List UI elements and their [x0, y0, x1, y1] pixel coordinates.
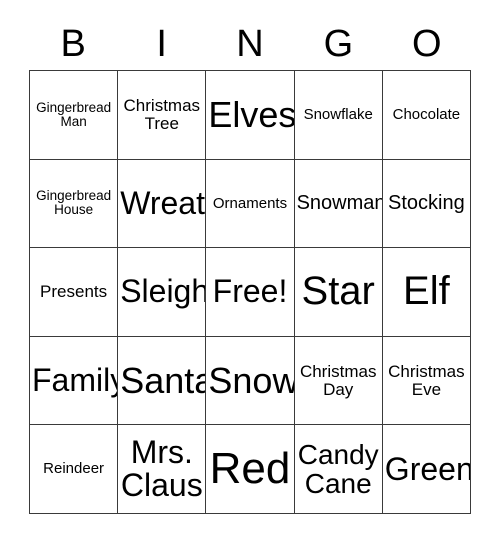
bingo-cell[interactable]: Santa: [118, 336, 207, 426]
bingo-header-letter-o: O: [412, 23, 442, 65]
bingo-cell-label: Sleigh: [120, 273, 207, 310]
bingo-cell[interactable]: Elves: [206, 71, 295, 160]
bingo-header-letter-i: I: [156, 23, 167, 65]
bingo-cell[interactable]: Christmas Eve: [382, 336, 471, 426]
bingo-cell[interactable]: Chocolate: [382, 71, 471, 160]
bingo-header-row: B I N G O: [29, 18, 471, 70]
bingo-cell[interactable]: Red: [206, 425, 295, 514]
bingo-header-letter-g: G: [323, 23, 354, 65]
bingo-cell-label: Green: [384, 450, 471, 487]
bingo-cell[interactable]: Christmas Tree: [118, 71, 207, 160]
bingo-cell[interactable]: Wreath: [118, 159, 207, 249]
bingo-cell[interactable]: Stocking: [382, 159, 471, 249]
bingo-cell-label: Mrs. Claus: [120, 433, 203, 504]
bingo-cell[interactable]: Candy Cane: [294, 425, 383, 514]
bingo-header-letter-n: N: [236, 23, 264, 65]
bingo-cell[interactable]: Reindeer: [30, 425, 119, 514]
bingo-cell-label: Snowman: [296, 191, 383, 214]
bingo-cell[interactable]: Gingerbread Man: [30, 71, 119, 160]
bingo-cell-label: Ornaments: [212, 194, 288, 212]
bingo-cell-label: Gingerbread House: [36, 188, 112, 218]
bingo-cell-label: Free!: [212, 273, 288, 310]
bingo-cell-label: Elf: [403, 269, 450, 314]
bingo-cell[interactable]: Mrs. Claus: [118, 425, 207, 514]
bingo-cell-label: Santa: [120, 359, 207, 401]
bingo-cell-label: Chocolate: [392, 106, 461, 123]
bingo-cell-free-space[interactable]: Free!: [206, 248, 295, 337]
bingo-cell[interactable]: Gingerbread House: [30, 159, 119, 249]
bingo-cell-label: Christmas Eve: [388, 361, 465, 399]
bingo-cell[interactable]: Sleigh: [118, 248, 207, 337]
bingo-grid: Gingerbread Man Christmas Tree Elves Sno…: [29, 70, 471, 514]
bingo-cell-label: Family: [32, 361, 119, 398]
bingo-cell-label: Wreath: [120, 184, 205, 221]
bingo-cell[interactable]: Snow: [206, 336, 295, 426]
bingo-cell-label: Christmas Tree: [123, 96, 201, 133]
bingo-cell-label: Candy Cane: [297, 439, 379, 500]
bingo-cell[interactable]: Elf: [382, 248, 471, 337]
bingo-cell[interactable]: Green: [382, 425, 471, 514]
bingo-cell-label: Star: [301, 269, 375, 314]
bingo-cell[interactable]: Snowflake: [294, 71, 383, 160]
bingo-cell[interactable]: Ornaments: [206, 159, 295, 249]
bingo-card: B I N G O Gingerbread Man Christmas Tree…: [0, 0, 500, 544]
bingo-cell[interactable]: Star: [294, 248, 383, 337]
bingo-cell-label: Gingerbread Man: [36, 99, 112, 129]
bingo-cell-label: Snowflake: [303, 106, 373, 123]
bingo-cell-label: Elves: [208, 94, 295, 136]
bingo-cell-label: Red: [209, 444, 291, 494]
bingo-cell-label: Snow: [208, 359, 295, 401]
bingo-cell[interactable]: Family: [30, 336, 119, 426]
bingo-cell-label: Reindeer: [43, 460, 105, 478]
bingo-cell[interactable]: Christmas Day: [294, 336, 383, 426]
bingo-cell[interactable]: Snowman: [294, 159, 383, 249]
bingo-cell-label: Presents: [40, 282, 108, 302]
bingo-cell-label: Christmas Day: [299, 361, 377, 399]
bingo-cell-label: Stocking: [388, 191, 465, 214]
bingo-header-letter-b: B: [60, 23, 86, 65]
bingo-cell[interactable]: Presents: [30, 248, 119, 337]
